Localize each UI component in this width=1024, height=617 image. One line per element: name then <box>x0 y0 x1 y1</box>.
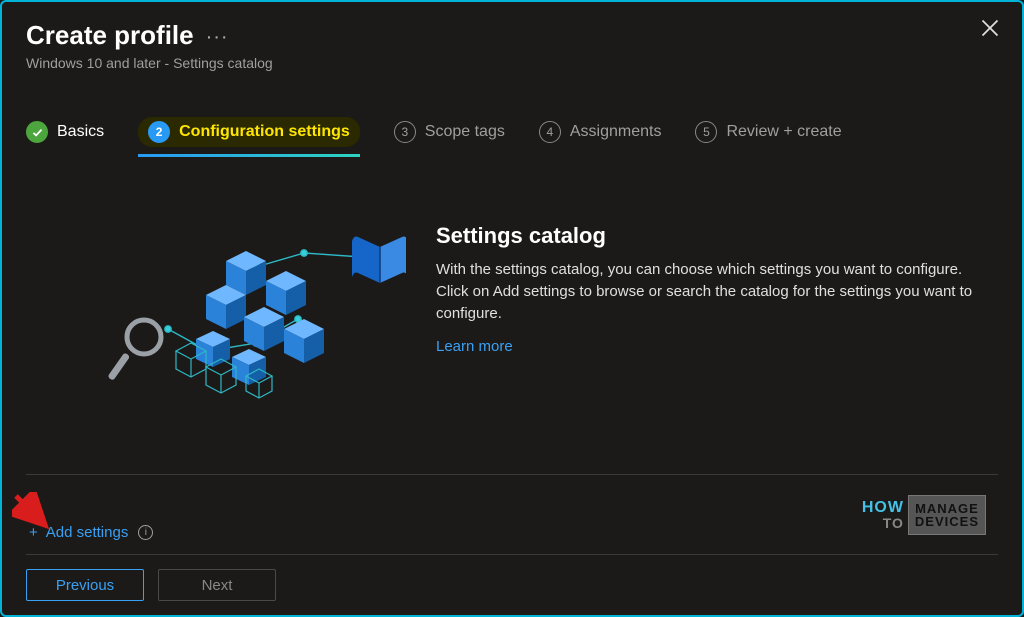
page-subtitle: Windows 10 and later - Settings catalog <box>26 55 998 71</box>
step-assignments[interactable]: 4 Assignments <box>539 121 662 143</box>
section-body: With the settings catalog, you can choos… <box>436 259 976 324</box>
step-configuration-settings[interactable]: 2 Configuration settings <box>138 117 360 147</box>
info-icon[interactable]: i <box>138 525 153 540</box>
section-heading: Settings catalog <box>436 223 976 249</box>
footer-buttons: Previous Next <box>26 569 276 601</box>
previous-button[interactable]: Previous <box>26 569 144 601</box>
step-label: Review + create <box>726 123 841 141</box>
step-basics[interactable]: Basics <box>26 121 104 143</box>
close-icon[interactable] <box>980 18 1004 42</box>
step-label: Configuration settings <box>179 123 350 141</box>
step-number-icon: 3 <box>394 121 416 143</box>
step-number-icon: 5 <box>695 121 717 143</box>
step-scope-tags[interactable]: 3 Scope tags <box>394 121 505 143</box>
step-label: Scope tags <box>425 123 505 141</box>
step-number-icon: 2 <box>148 121 170 143</box>
create-profile-panel: Create profile ··· Windows 10 and later … <box>0 0 1024 617</box>
page-title: Create profile <box>26 20 194 51</box>
divider <box>26 554 998 555</box>
step-label: Assignments <box>570 123 662 141</box>
next-button[interactable]: Next <box>158 569 276 601</box>
more-icon[interactable]: ··· <box>206 22 229 49</box>
add-settings-button[interactable]: + Add settings i <box>29 524 153 541</box>
add-settings-label: Add settings <box>46 524 129 541</box>
plus-icon: + <box>29 524 38 541</box>
catalog-illustration-icon <box>106 221 406 401</box>
wizard-steps: Basics 2 Configuration settings 3 Scope … <box>26 117 998 153</box>
divider <box>26 474 998 475</box>
checkmark-icon <box>26 121 48 143</box>
step-label: Basics <box>57 123 104 141</box>
watermark-logo: HOW TO MANAGE DEVICES <box>862 495 986 535</box>
step-number-icon: 4 <box>539 121 561 143</box>
learn-more-link[interactable]: Learn more <box>436 338 513 355</box>
main-content: Settings catalog With the settings catal… <box>26 221 998 401</box>
step-review-create[interactable]: 5 Review + create <box>695 121 841 143</box>
